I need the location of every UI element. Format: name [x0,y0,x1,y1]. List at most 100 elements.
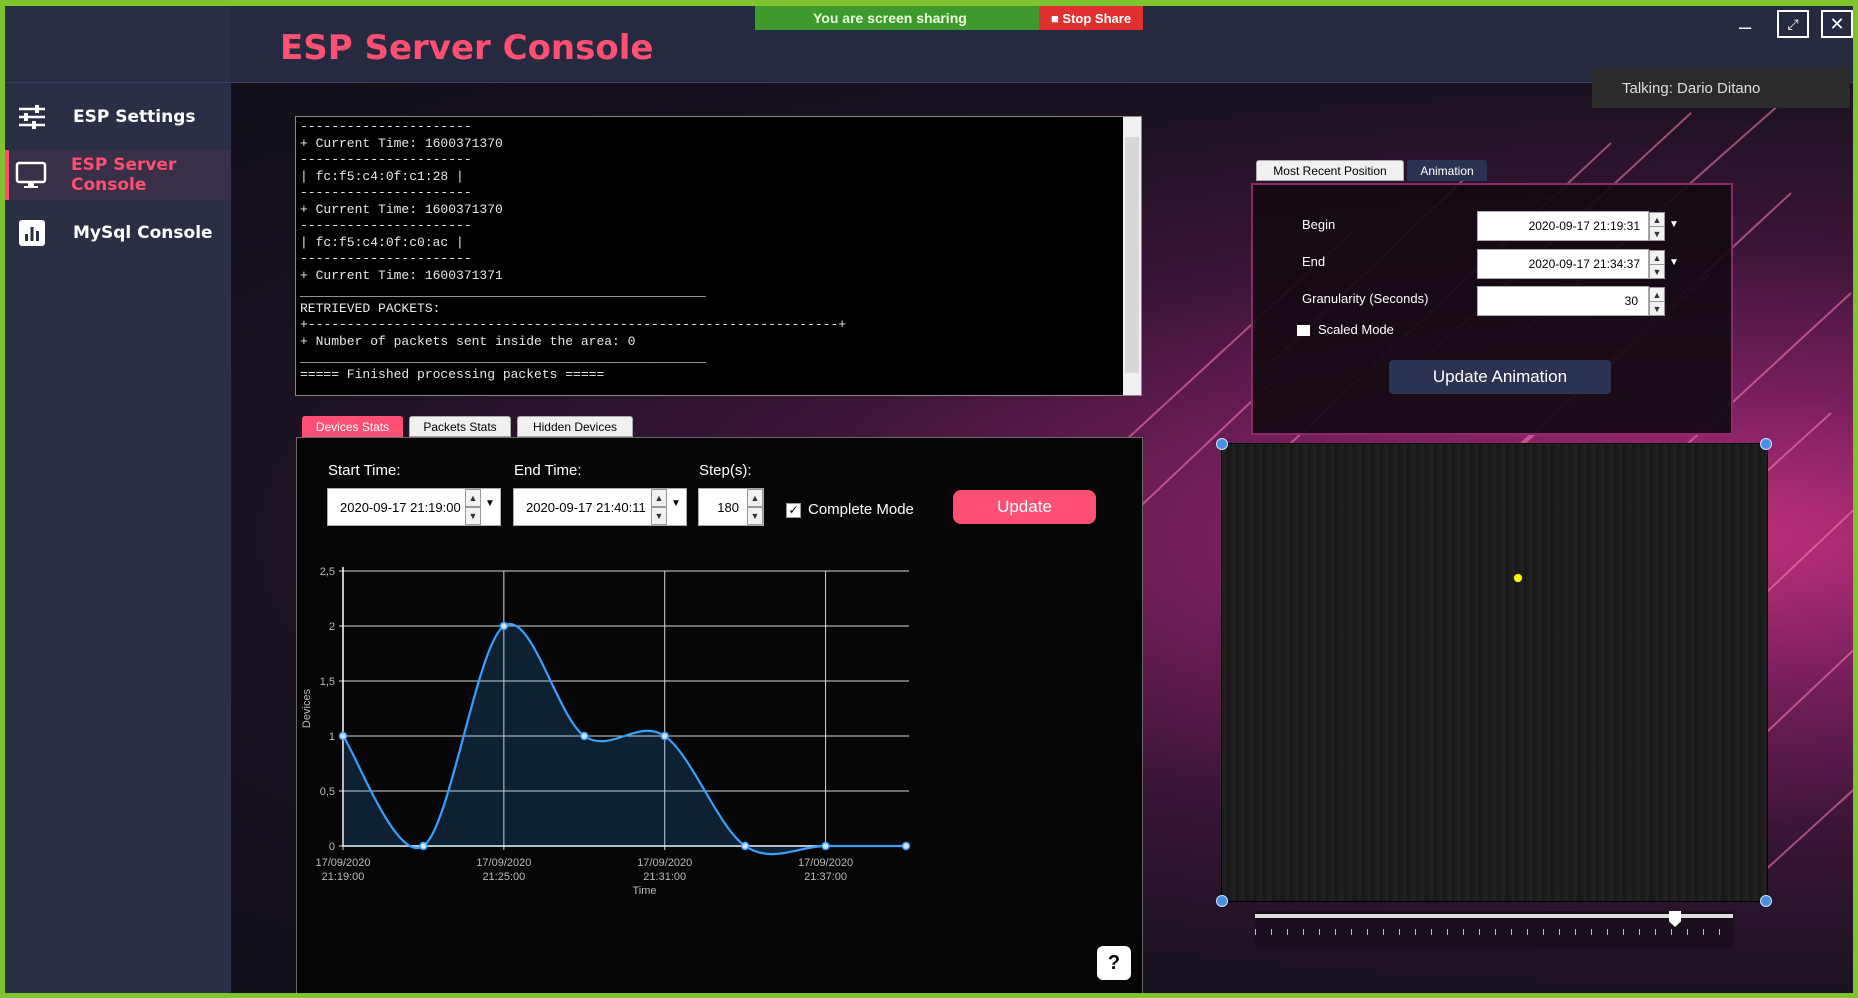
talking-indicator: Talking: Dario Ditano [1592,68,1850,108]
end-value: 2020-09-17 21:34:37 [1528,257,1640,271]
tab-devices-stats[interactable]: Devices Stats [302,416,403,437]
device-position-dot [1513,573,1523,583]
complete-mode-checkbox[interactable]: ✓ [786,503,801,518]
maximize-icon[interactable]: ⤢ [1777,10,1809,38]
step-down[interactable]: ▼ [747,507,763,525]
sidebar-item-mysql-console[interactable]: MySql Console [5,208,231,258]
y-tick-label: 2,5 [320,566,335,578]
x-tick-label: 21:19:00 [322,871,365,883]
y-axis-title: Devices [301,688,313,728]
chevron-down-icon[interactable]: ▼ [671,498,681,509]
slider-ticks [1255,929,1733,935]
start-time-up[interactable]: ▲ [465,489,481,507]
tab-animation[interactable]: Animation [1407,160,1487,181]
x-tick-label: 17/09/2020 [315,857,370,869]
y-tick-label: 1 [329,731,335,743]
granularity-down[interactable]: ▼ [1649,301,1665,316]
granularity-label: Granularity (Seconds) [1302,291,1429,306]
sidebar-item-esp-server-console[interactable]: ESP Server Console [5,150,231,200]
data-point [740,841,750,851]
begin-up[interactable]: ▲ [1649,212,1665,227]
sidebar: ESP Settings ESP Server Console MySql Co… [5,6,232,993]
chevron-down-icon[interactable]: ▼ [1669,257,1679,268]
sharing-text: You are screen sharing [813,10,967,26]
y-tick-label: 1,5 [320,676,335,688]
timeline-slider[interactable] [1255,911,1733,949]
tab-most-recent-position[interactable]: Most Recent Position [1256,160,1404,181]
resize-handle-bottom-right[interactable] [1760,895,1772,907]
resize-handle-top-right[interactable] [1760,438,1772,450]
devices-chart: 0 0,5 1 1,5 2 2,5 17/09/2020 21:19:00 17/09/2020… [301,566,911,897]
begin-input[interactable]: 2020-09-17 21:19:31 [1477,211,1649,241]
data-point [901,841,911,851]
sidebar-item-label: ESP Settings [73,107,196,127]
end-time-up[interactable]: ▲ [651,489,667,507]
y-tick-label: 2 [329,621,335,633]
scaled-mode-checkbox[interactable] [1297,325,1310,336]
chevron-down-icon[interactable]: ▼ [1669,219,1679,230]
step-label: Step(s): [699,462,752,479]
series-area [343,623,906,855]
console-output[interactable]: ---------------------- + Current Time: 1… [295,116,1142,396]
resize-handle-bottom-left[interactable] [1216,895,1228,907]
stop-share-button[interactable]: ■ Stop Share [1039,6,1143,30]
data-point [821,841,830,851]
x-tick-label: 21:25:00 [482,871,525,883]
screen-sharing-banner: You are screen sharing ■ Stop Share [755,6,1143,30]
x-tick-label: 21:31:00 [643,871,686,883]
start-time-down[interactable]: ▼ [465,507,481,525]
stop-share-label: Stop Share [1062,10,1132,26]
step-up[interactable]: ▲ [747,489,763,507]
x-tick-label: 17/09/2020 [637,857,692,869]
data-point [338,731,348,741]
end-label: End [1302,254,1326,269]
console-text: ---------------------- + Current Time: 1… [300,119,847,382]
sidebar-item-esp-settings[interactable]: ESP Settings [5,92,231,142]
sliders-icon [15,102,49,132]
data-point [580,731,589,741]
scaled-mode-label: Scaled Mode [1318,322,1394,337]
granularity-value: 30 [1624,294,1638,308]
sidebar-header [5,6,231,83]
x-tick-label: 17/09/2020 [798,857,853,869]
sidebar-item-label: ESP Server Console [71,155,177,195]
bar-chart-icon [15,218,49,248]
app-window: ESP Settings ESP Server Console MySql Co… [0,0,1858,998]
slider-thumb[interactable] [1669,911,1681,927]
start-time-value: 2020-09-17 21:19:00 [340,499,461,515]
start-time-label: Start Time: [328,462,401,479]
end-down[interactable]: ▼ [1649,264,1665,279]
position-canvas[interactable] [1221,443,1768,902]
help-button[interactable]: ? [1097,946,1131,980]
x-tick-label: 17/09/2020 [476,857,531,869]
end-time-value: 2020-09-17 21:40:11 [526,499,646,515]
end-input[interactable]: 2020-09-17 21:34:37 [1477,249,1649,279]
sidebar-item-label: MySql Console [73,223,213,243]
scrollbar-thumb[interactable] [1125,137,1139,373]
minimize-icon[interactable]: – [1739,14,1751,40]
step-value: 180 [717,499,739,515]
granularity-input[interactable]: 30 [1477,286,1649,316]
x-tick-label: 21:37:00 [804,871,847,883]
begin-down[interactable]: ▼ [1649,226,1665,241]
data-point [499,621,509,631]
chevron-down-icon[interactable]: ▼ [485,498,495,509]
y-tick-label: 0 [329,841,335,853]
complete-mode-label: Complete Mode [808,501,914,518]
slider-track [1255,914,1733,918]
console-scrollbar[interactable] [1123,117,1141,395]
x-axis-title: Time [632,885,656,897]
begin-label: Begin [1302,217,1336,232]
close-icon[interactable]: ✕ [1821,10,1853,38]
granularity-up[interactable]: ▲ [1649,287,1665,302]
page-title: ESP Server Console [280,28,654,68]
tab-hidden-devices[interactable]: Hidden Devices [517,416,633,437]
update-animation-button[interactable]: Update Animation [1389,360,1611,394]
end-up[interactable]: ▲ [1649,250,1665,265]
resize-handle-top-left[interactable] [1216,438,1228,450]
end-time-down[interactable]: ▼ [651,507,667,525]
update-button[interactable]: Update [953,490,1096,524]
monitor-icon [15,160,47,190]
end-time-label: End Time: [514,462,582,479]
tab-packets-stats[interactable]: Packets Stats [409,416,511,437]
